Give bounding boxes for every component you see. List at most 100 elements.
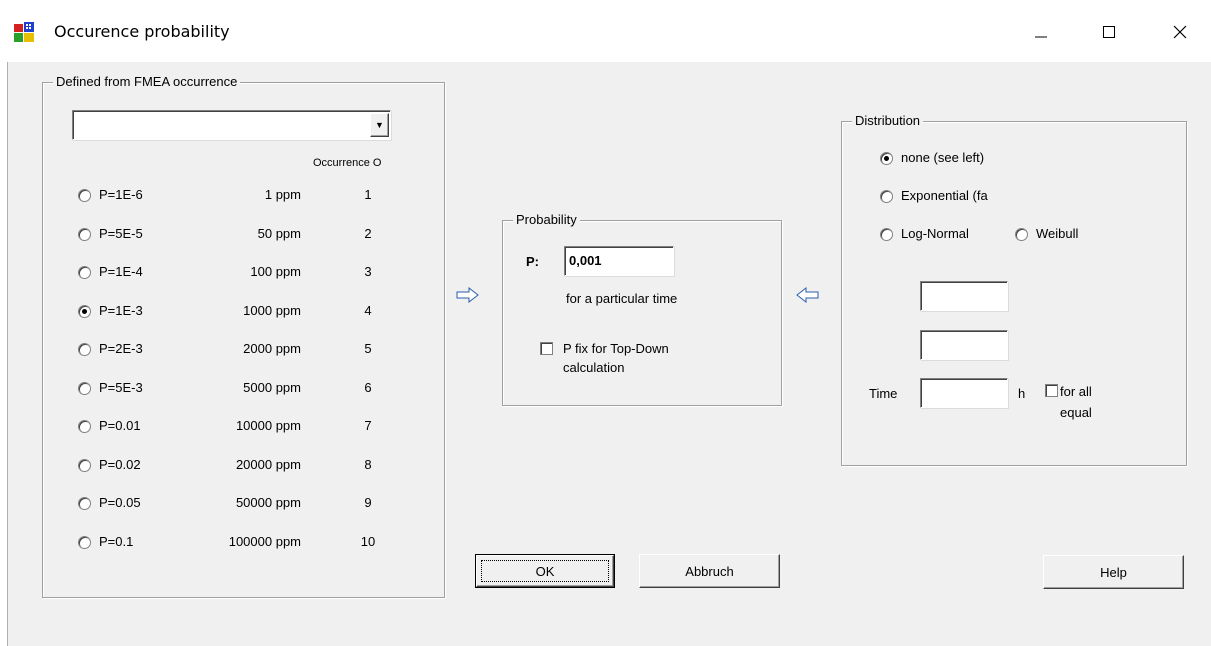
close-icon <box>1173 25 1187 39</box>
time-label: Time <box>869 386 898 401</box>
for-all-equal-line1: for all <box>1060 384 1092 399</box>
cancel-button[interactable]: Abbruch <box>639 554 780 588</box>
help-button[interactable]: Help <box>1043 555 1184 589</box>
fmea-row-radio[interactable] <box>78 343 91 356</box>
fmea-row-ppm: 100 ppm <box>250 264 301 279</box>
fmea-row-occurrence: 3 <box>364 264 372 279</box>
fmea-row-radio[interactable] <box>78 535 91 549</box>
fmea-row[interactable]: P=1E-6 1 ppm 1 <box>43 187 443 207</box>
fmea-row-radio[interactable] <box>78 227 91 241</box>
radio-lognormal[interactable] <box>880 228 893 241</box>
fmea-row-radio[interactable] <box>78 304 91 318</box>
probability-input[interactable]: 0,001 <box>564 246 674 276</box>
occurrence-header: Occurrence O <box>313 157 382 169</box>
fmea-row-ppm: 50000 ppm <box>235 495 301 510</box>
fmea-row-probability: P=0.01 <box>99 418 141 433</box>
fmea-row-occurrence: 6 <box>364 379 372 395</box>
cancel-button-label: Abbruch <box>685 563 734 579</box>
time-input[interactable] <box>920 378 1008 408</box>
fmea-row-ppm: 1 ppm <box>264 187 301 202</box>
time-note: for a particular time <box>566 291 678 306</box>
fmea-row[interactable]: P=0.02 20000 ppm 8 <box>43 457 443 477</box>
fmea-row-radio[interactable] <box>78 420 91 433</box>
close-button[interactable] <box>1157 14 1203 50</box>
fmea-row[interactable]: P=1E-3 1000 ppm 4 <box>43 303 443 323</box>
fmea-row[interactable]: P=5E-3 5000 ppm 6 <box>43 380 443 400</box>
fmea-row-probability: P=5E-5 <box>99 225 143 241</box>
fmea-row[interactable]: P=5E-5 50 ppm 2 <box>43 226 443 246</box>
arrow-left-icon <box>796 287 819 303</box>
chevron-down-icon: ▼ <box>375 120 384 130</box>
for-all-equal-line2: equal <box>1060 405 1092 420</box>
distribution-group-legend: Distribution <box>852 113 924 128</box>
fmea-row-probability: P=5E-3 <box>99 379 143 395</box>
fmea-row-ppm: 5000 ppm <box>243 379 301 395</box>
radio-exponential[interactable] <box>880 190 893 203</box>
fmea-dropdown[interactable]: ▼ <box>72 110 391 140</box>
radio-none[interactable] <box>880 152 893 165</box>
radio-exponential-label: Exponential (fa <box>901 188 988 203</box>
fmea-group: Defined from FMEA occurrence ▼ Occurrenc… <box>42 74 445 598</box>
param1-input[interactable] <box>920 281 1008 311</box>
fmea-row-radio[interactable] <box>78 458 91 472</box>
fmea-row[interactable]: P=0.1 100000 ppm 10 <box>43 534 443 554</box>
p-fix-label-line2: calculation <box>563 360 625 375</box>
fmea-row-ppm: 10000 ppm <box>235 418 301 433</box>
dialog-client-area: Defined from FMEA occurrence ▼ Occurrenc… <box>7 62 1211 646</box>
fmea-row-radio[interactable] <box>78 497 91 510</box>
fmea-row-occurrence: 4 <box>364 302 372 318</box>
radio-weibull[interactable] <box>1015 228 1028 241</box>
radio-none-label: none (see left) <box>901 150 985 165</box>
fmea-row-ppm: 2000 ppm <box>243 341 301 356</box>
fmea-row-ppm: 1000 ppm <box>243 302 301 318</box>
focus-rect <box>481 560 609 582</box>
fmea-row-probability: P=1E-6 <box>99 187 143 202</box>
fmea-row-occurrence: 10 <box>360 533 376 549</box>
minimize-icon <box>1035 36 1047 38</box>
time-unit: h <box>1018 386 1026 401</box>
fmea-row-probability: P=2E-3 <box>99 341 143 356</box>
fmea-dropdown-button[interactable]: ▼ <box>370 113 389 137</box>
p-label: P: <box>526 254 539 269</box>
p-fix-checkbox[interactable] <box>540 342 553 355</box>
for-all-equal-checkbox[interactable] <box>1045 384 1058 397</box>
radio-weibull-label: Weibull <box>1036 226 1079 241</box>
fmea-row[interactable]: P=2E-3 2000 ppm 5 <box>43 341 443 361</box>
minimize-button[interactable] <box>1018 14 1064 50</box>
fmea-row-occurrence: 7 <box>364 418 372 433</box>
for-all-equal-label: for all equal <box>1060 381 1092 423</box>
fmea-row-occurrence: 9 <box>364 495 372 510</box>
fmea-row-probability: P=0.1 <box>99 533 134 549</box>
param2-input[interactable] <box>920 330 1008 360</box>
fmea-row-radio[interactable] <box>78 189 91 202</box>
fmea-row[interactable]: P=0.05 50000 ppm 9 <box>43 495 443 515</box>
p-fix-label-line1: P fix for Top-Down <box>563 341 669 356</box>
fmea-row-ppm: 20000 ppm <box>235 456 301 472</box>
fmea-row-probability: P=1E-3 <box>99 302 143 318</box>
p-fix-label: P fix for Top-Down calculation <box>563 339 669 377</box>
title-bar: Occurence probability <box>0 0 1211 62</box>
fmea-row-occurrence: 8 <box>364 456 372 472</box>
fmea-row[interactable]: P=0.01 10000 ppm 7 <box>43 418 443 438</box>
window-title: Occurence probability <box>54 22 230 41</box>
fmea-row-probability: P=0.05 <box>99 495 141 510</box>
app-icon <box>14 22 34 42</box>
distribution-group: Distribution none (see left) Exponential… <box>841 113 1187 466</box>
fmea-row-radio[interactable] <box>78 266 91 279</box>
fmea-row-occurrence: 2 <box>364 225 372 241</box>
maximize-icon <box>1103 26 1115 38</box>
fmea-row[interactable]: P=1E-4 100 ppm 3 <box>43 264 443 284</box>
maximize-button[interactable] <box>1086 14 1132 50</box>
radio-lognormal-label: Log-Normal <box>901 226 969 241</box>
probability-group: Probability P: 0,001 for a particular ti… <box>502 212 782 406</box>
ok-button[interactable]: OK <box>475 554 615 588</box>
fmea-row-ppm: 100000 ppm <box>228 533 301 549</box>
arrow-right-icon <box>456 287 479 303</box>
fmea-row-ppm: 50 ppm <box>257 225 301 241</box>
probability-group-legend: Probability <box>513 212 580 227</box>
fmea-row-probability: P=1E-4 <box>99 264 143 279</box>
fmea-row-probability: P=0.02 <box>99 456 141 472</box>
probability-value: 0,001 <box>569 253 602 268</box>
help-button-label: Help <box>1100 564 1127 580</box>
fmea-row-radio[interactable] <box>78 381 91 395</box>
